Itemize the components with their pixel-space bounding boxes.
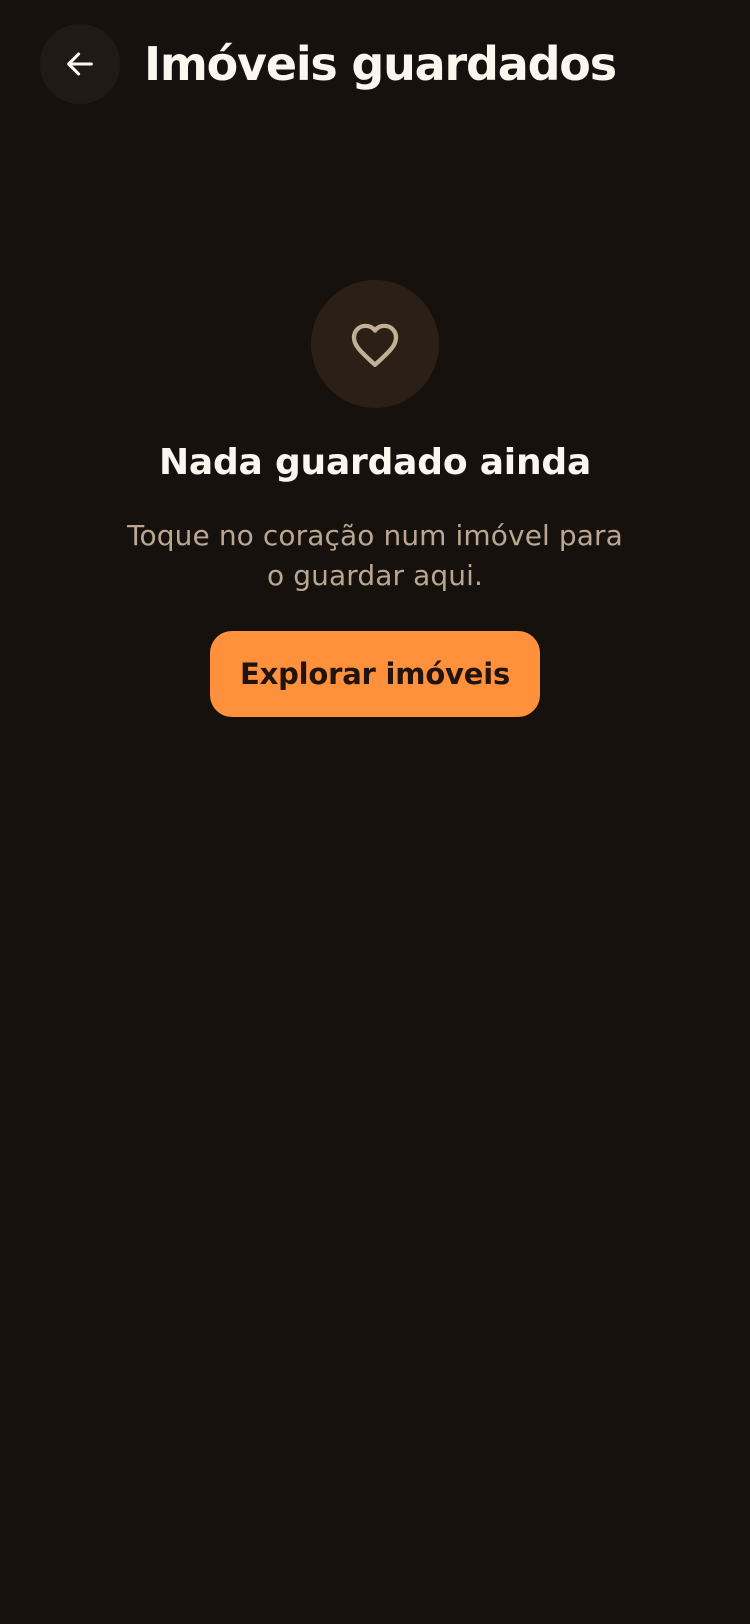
empty-state-title: Nada guardado ainda: [158, 442, 592, 483]
empty-saved-properties: Nada guardado ainda Toque no coração num…: [0, 280, 750, 717]
empty-state-description: Toque no coração num imóvel para o guard…: [127, 519, 623, 592]
arrow-left-icon: [67, 52, 93, 76]
back-button[interactable]: [40, 24, 120, 104]
heart-icon-container: [311, 280, 439, 408]
heart-icon: [351, 323, 399, 367]
page-title: Imóveis guardados: [144, 37, 617, 91]
explore-properties-button[interactable]: Explorar imóveis: [210, 631, 540, 717]
app-header: Imóveis guardados: [0, 0, 750, 130]
